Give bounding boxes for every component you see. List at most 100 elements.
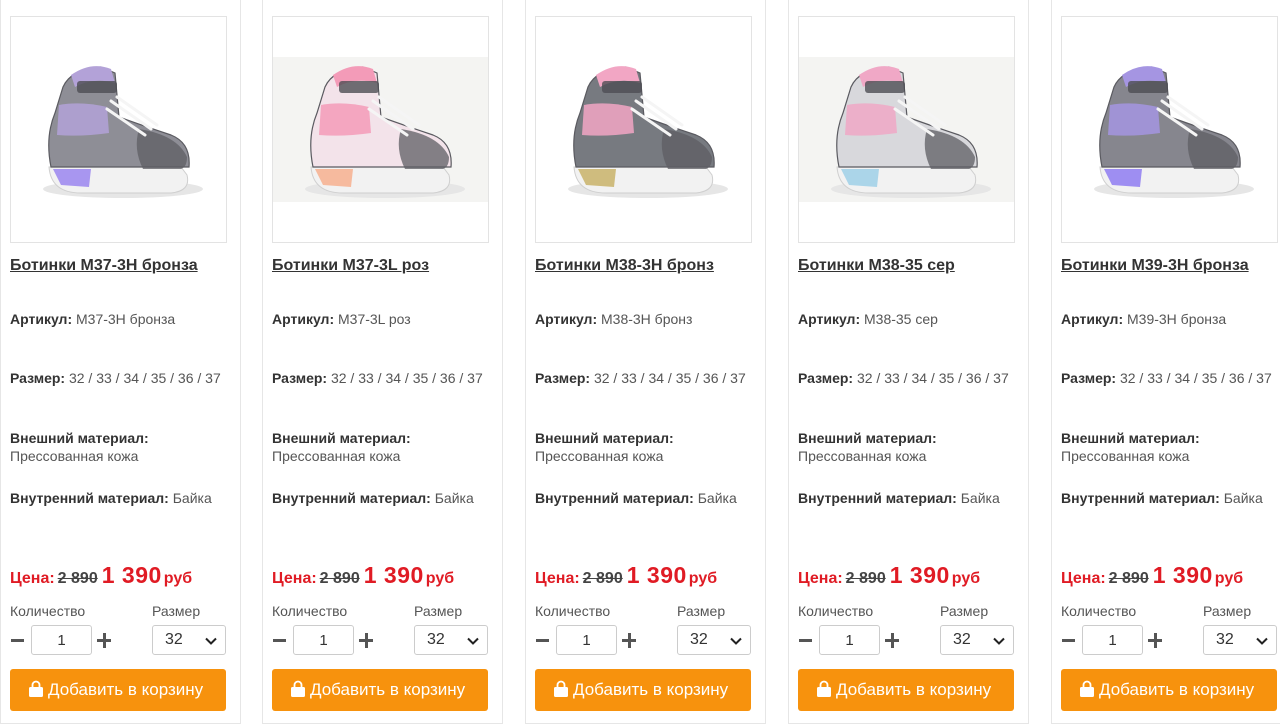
outer-material-row: Внешний материал: Прессованная кожа	[1061, 429, 1276, 465]
outer-material-label: Внешний материал:	[1061, 430, 1200, 446]
sizes-row: Размер: 32 / 33 / 34 / 35 / 36 / 37	[535, 369, 750, 387]
shopping-bag-icon	[291, 680, 305, 697]
size-select[interactable]: 32	[152, 625, 226, 655]
product-photo[interactable]	[1061, 16, 1278, 243]
size-select[interactable]: 32	[940, 625, 1014, 655]
outer-material-label: Внешний материал:	[535, 430, 674, 446]
minus-icon[interactable]	[272, 629, 288, 651]
inner-material-value: Байка	[434, 490, 474, 506]
outer-material-row: Внешний материал: Прессованная кожа	[798, 429, 1013, 465]
article-row: Артикул: М38-35 сер	[798, 310, 1013, 328]
product-photo[interactable]	[798, 16, 1015, 243]
chevron-down-icon	[205, 637, 217, 645]
size-select-value: 32	[953, 631, 971, 648]
inner-material-label: Внутренний материал:	[798, 490, 957, 506]
sizes-label: Размер:	[1061, 370, 1117, 386]
minus-icon[interactable]	[10, 629, 26, 651]
outer-material-row: Внешний материал: Прессованная кожа	[535, 429, 750, 465]
product-photo[interactable]	[535, 16, 752, 243]
inner-material-row: Внутренний материал: Байка	[798, 489, 1013, 507]
outer-material-value: Прессованная кожа	[535, 448, 664, 464]
outer-material-value: Прессованная кожа	[1061, 448, 1190, 464]
plus-icon[interactable]	[1147, 629, 1163, 651]
add-to-cart-label: Добавить в корзину	[573, 680, 729, 699]
product-title-link[interactable]: Ботинки М38-3Н бронз	[535, 257, 755, 275]
size-select-value: 32	[690, 631, 708, 648]
shoe-image	[273, 57, 488, 202]
quantity-input[interactable]	[31, 625, 92, 655]
article-value: М39-3Н бронза	[1127, 311, 1227, 327]
add-to-cart-button[interactable]: Добавить в корзину	[10, 669, 226, 711]
shoe-image	[1094, 66, 1254, 198]
product-title-link[interactable]: Ботинки М37-3L роз	[272, 257, 492, 275]
size-select-label: Размер	[677, 603, 726, 619]
article-row: Артикул: М38-3Н бронз	[535, 310, 750, 328]
chevron-down-icon	[993, 637, 1005, 645]
product-title-link[interactable]: Ботинки М37-3Н бронза	[10, 257, 230, 275]
minus-icon[interactable]	[535, 629, 551, 651]
price-row: Цена: 2 890 1 390 руб	[535, 562, 765, 589]
minus-icon[interactable]	[798, 629, 814, 651]
shopping-bag-icon	[554, 680, 568, 697]
sizes-value: 32 / 33 / 34 / 35 / 36 / 37	[856, 370, 1009, 386]
outer-material-value: Прессованная кожа	[798, 448, 927, 464]
old-price: 2 890	[845, 570, 886, 587]
sizes-value: 32 / 33 / 34 / 35 / 36 / 37	[1119, 370, 1272, 386]
outer-material-value: Прессованная кожа	[10, 448, 139, 464]
inner-material-value: Байка	[1223, 490, 1263, 506]
add-to-cart-button[interactable]: Добавить в корзину	[272, 669, 488, 711]
product-photo[interactable]	[10, 16, 227, 243]
product-title-link[interactable]: Ботинки М39-3Н бронза	[1061, 257, 1280, 275]
quantity-label: Количество	[798, 603, 874, 619]
add-to-cart-button[interactable]: Добавить в корзину	[1061, 669, 1277, 711]
sizes-value: 32 / 33 / 34 / 35 / 36 / 37	[593, 370, 746, 386]
size-select[interactable]: 32	[1203, 625, 1277, 655]
product-photo[interactable]	[272, 16, 489, 243]
size-select[interactable]: 32	[677, 625, 751, 655]
inner-material-row: Внутренний материал: Байка	[10, 489, 225, 507]
price-label: Цена:	[10, 570, 55, 587]
quantity-label: Количество	[10, 603, 86, 619]
plus-icon[interactable]	[96, 629, 112, 651]
plus-icon[interactable]	[884, 629, 900, 651]
product-title-link[interactable]: Ботинки М38-35 сер	[798, 257, 1018, 275]
product-card-inner: Ботинки М38-35 сер Артикул: М38-35 сер Р…	[798, 0, 1015, 724]
sizes-row: Размер: 32 / 33 / 34 / 35 / 36 / 37	[272, 369, 487, 387]
add-to-cart-button[interactable]: Добавить в корзину	[798, 669, 1014, 711]
quantity-input[interactable]	[1082, 625, 1143, 655]
size-select-value: 32	[1216, 631, 1234, 648]
product-card-inner: Ботинки М37-3Н бронза Артикул: М37-3Н бр…	[10, 0, 227, 724]
quantity-input[interactable]	[293, 625, 354, 655]
quantity-label: Количество	[272, 603, 348, 619]
chevron-down-icon	[730, 637, 742, 645]
product-card-inner: Ботинки М38-3Н бронз Артикул: М38-3Н бро…	[535, 0, 752, 724]
plus-icon[interactable]	[621, 629, 637, 651]
price-row: Цена: 2 890 1 390 руб	[1061, 562, 1280, 589]
article-value: М37-3Н бронза	[76, 311, 176, 327]
inner-material-value: Байка	[960, 490, 1000, 506]
inner-material-label: Внутренний материал:	[1061, 490, 1220, 506]
quantity-input[interactable]	[819, 625, 880, 655]
quantity-label: Количество	[1061, 603, 1137, 619]
size-select-label: Размер	[940, 603, 989, 619]
price-label: Цена:	[272, 570, 317, 587]
outer-material-row: Внешний материал: Прессованная кожа	[272, 429, 487, 465]
quantity-input[interactable]	[556, 625, 617, 655]
add-to-cart-button[interactable]: Добавить в корзину	[535, 669, 751, 711]
sizes-label: Размер:	[272, 370, 328, 386]
minus-icon[interactable]	[1061, 629, 1077, 651]
shoe-image	[799, 57, 1014, 202]
size-select[interactable]: 32	[414, 625, 488, 655]
plus-icon[interactable]	[358, 629, 374, 651]
product-grid: Ботинки М37-3Н бронза Артикул: М37-3Н бр…	[0, 0, 1280, 724]
outer-material-row: Внешний материал: Прессованная кожа	[10, 429, 225, 465]
outer-material-value: Прессованная кожа	[272, 448, 401, 464]
currency: руб	[688, 570, 718, 587]
size-select-label: Размер	[414, 603, 463, 619]
article-label: Артикул:	[798, 311, 861, 327]
sizes-label: Размер:	[10, 370, 66, 386]
size-select-value: 32	[427, 631, 445, 648]
inner-material-row: Внутренний материал: Байка	[535, 489, 750, 507]
price-row: Цена: 2 890 1 390 руб	[798, 562, 1028, 589]
quantity-label: Количество	[535, 603, 611, 619]
